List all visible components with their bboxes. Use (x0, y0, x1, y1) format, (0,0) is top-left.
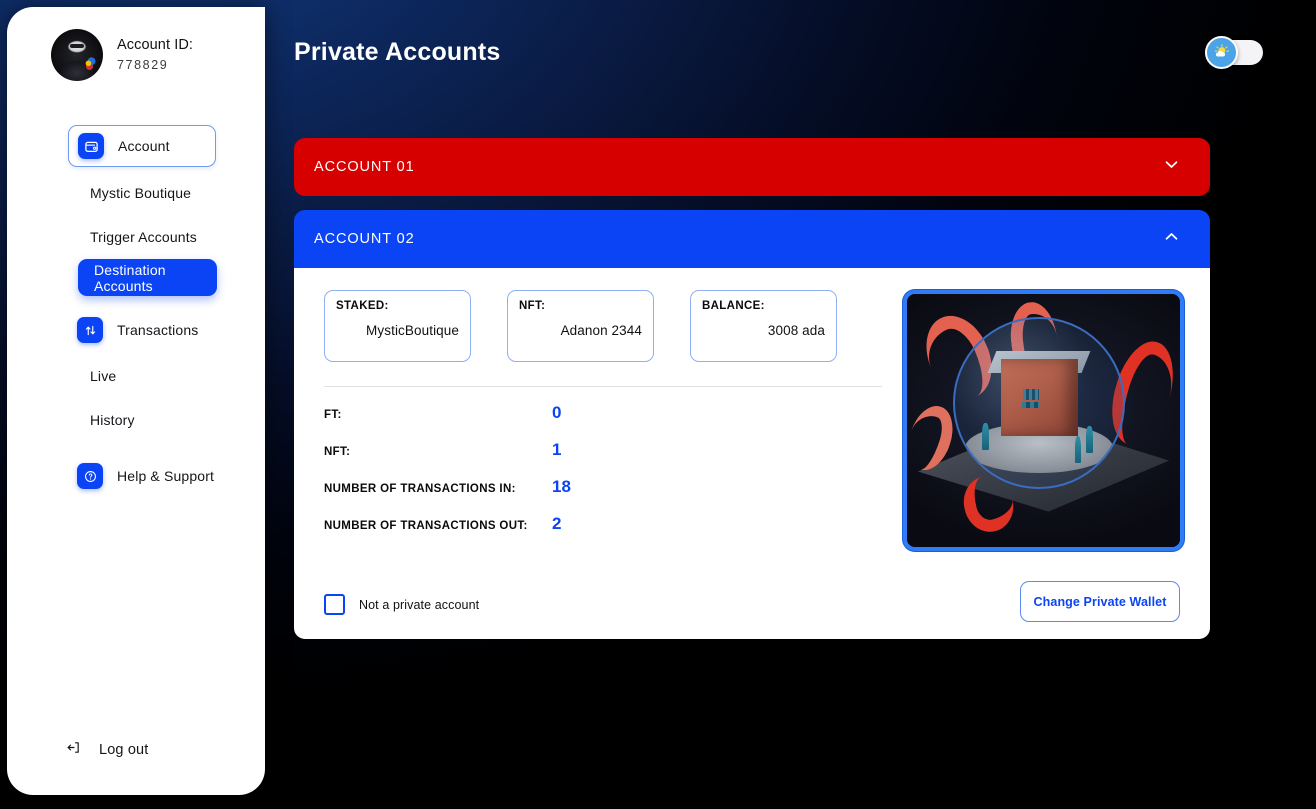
chevron-up-icon[interactable] (1162, 227, 1181, 251)
sidebar: Account ID: 778829 Account Mystic Boutiq… (7, 7, 265, 795)
account-01-title: ACCOUNT 01 (314, 159, 415, 175)
page-title: Private Accounts (294, 38, 501, 66)
info-card-label: BALANCE: (702, 300, 765, 312)
info-card-staked: STAKED: MysticBoutique (324, 290, 471, 362)
logout-button[interactable]: Log out (65, 739, 148, 761)
sidebar-item-label: Transactions (117, 322, 199, 338)
info-card-label: NFT: (519, 300, 546, 312)
chevron-down-icon[interactable] (1162, 155, 1181, 179)
sidebar-item-transactions[interactable]: Transactions (68, 310, 236, 350)
sidebar-item-help-support[interactable]: Help & Support (68, 456, 236, 496)
app-root: Account ID: 778829 Account Mystic Boutiq… (0, 0, 1316, 809)
nft-artwork-octopus-dome[interactable] (903, 290, 1184, 551)
info-card-balance: BALANCE: 3008 ada (690, 290, 837, 362)
sidebar-item-label: Live (90, 368, 117, 384)
account-panel-01: ACCOUNT 01 (294, 138, 1210, 196)
nft-glass-dome (953, 316, 1126, 489)
nft-building-awning (1022, 401, 1040, 408)
stat-value: 1 (552, 440, 562, 459)
main-content: Private Accounts ACCOUNT 01 ACCOUNT 02 S… (265, 0, 1316, 809)
stat-value: 2 (552, 514, 562, 533)
stat-label: NUMBER OF TRANSACTIONS OUT: (324, 520, 528, 532)
wallet-icon (78, 133, 104, 159)
stat-label: NUMBER OF TRANSACTIONS IN: (324, 483, 516, 495)
sidebar-item-label: Destination Accounts (94, 261, 166, 294)
sidebar-item-history[interactable]: History (7, 398, 265, 442)
logout-label: Log out (99, 742, 149, 758)
account-id-value: 778829 (117, 58, 169, 73)
sidebar-item-label: Help & Support (117, 468, 215, 484)
account-id-label: Account ID: (117, 36, 194, 53)
stat-label: FT: (324, 409, 342, 421)
transfer-arrows-icon (77, 317, 103, 343)
info-card-nft: NFT: Adanon 2344 (507, 290, 654, 362)
info-card-label: STAKED: (336, 300, 389, 312)
sidebar-nav: Account Mystic Boutique Trigger Accounts… (7, 125, 265, 496)
sidebar-item-live[interactable]: Live (7, 354, 265, 398)
account-panel-02: ACCOUNT 02 STAKED: MysticBoutique NFT: A… (294, 210, 1210, 639)
logout-arrow-icon (65, 739, 82, 761)
account-02-header[interactable]: ACCOUNT 02 (294, 210, 1210, 268)
not-private-account-row[interactable]: Not a private account (324, 594, 479, 615)
section-divider (324, 386, 882, 387)
nft-building (1000, 359, 1079, 437)
sidebar-item-label: Mystic Boutique (90, 185, 192, 201)
theme-toggle[interactable] (1205, 36, 1263, 69)
account-02-title: ACCOUNT 02 (314, 231, 415, 247)
sidebar-item-label: Trigger Accounts (90, 229, 197, 245)
nft-plant (1074, 436, 1082, 464)
account-01-header[interactable]: ACCOUNT 01 (294, 138, 1210, 196)
sidebar-item-destination-accounts[interactable]: Destination Accounts (78, 259, 217, 296)
info-card-value: 3008 ada (767, 323, 825, 338)
nft-building-window (1023, 389, 1039, 401)
sun-cloud-icon (1205, 36, 1238, 69)
not-private-account-label: Not a private account (359, 597, 480, 612)
not-private-account-checkbox[interactable] (324, 594, 345, 615)
stat-label: NFT: (324, 446, 351, 458)
account-02-body: STAKED: MysticBoutique NFT: Adanon 2344 … (294, 268, 1210, 639)
profile-text: Account ID: 778829 (117, 36, 193, 74)
change-private-wallet-button[interactable]: Change Private Wallet (1020, 581, 1180, 622)
sidebar-item-label: History (90, 412, 135, 428)
anonymous-avatar-icon (51, 29, 103, 81)
stat-value: 0 (552, 403, 562, 422)
info-card-value: MysticBoutique (366, 323, 459, 338)
question-circle-icon (77, 463, 103, 489)
stat-value: 18 (552, 477, 571, 496)
nft-plant (1086, 426, 1094, 454)
sidebar-item-account[interactable]: Account (68, 125, 216, 167)
sidebar-item-mystic-boutique[interactable]: Mystic Boutique (7, 171, 265, 215)
profile-section: Account ID: 778829 (7, 7, 265, 81)
info-card-value: Adanon 2344 (560, 323, 642, 338)
sidebar-item-label: Account (118, 138, 170, 154)
nft-plant (982, 422, 989, 450)
sidebar-item-trigger-accounts[interactable]: Trigger Accounts (7, 215, 265, 259)
